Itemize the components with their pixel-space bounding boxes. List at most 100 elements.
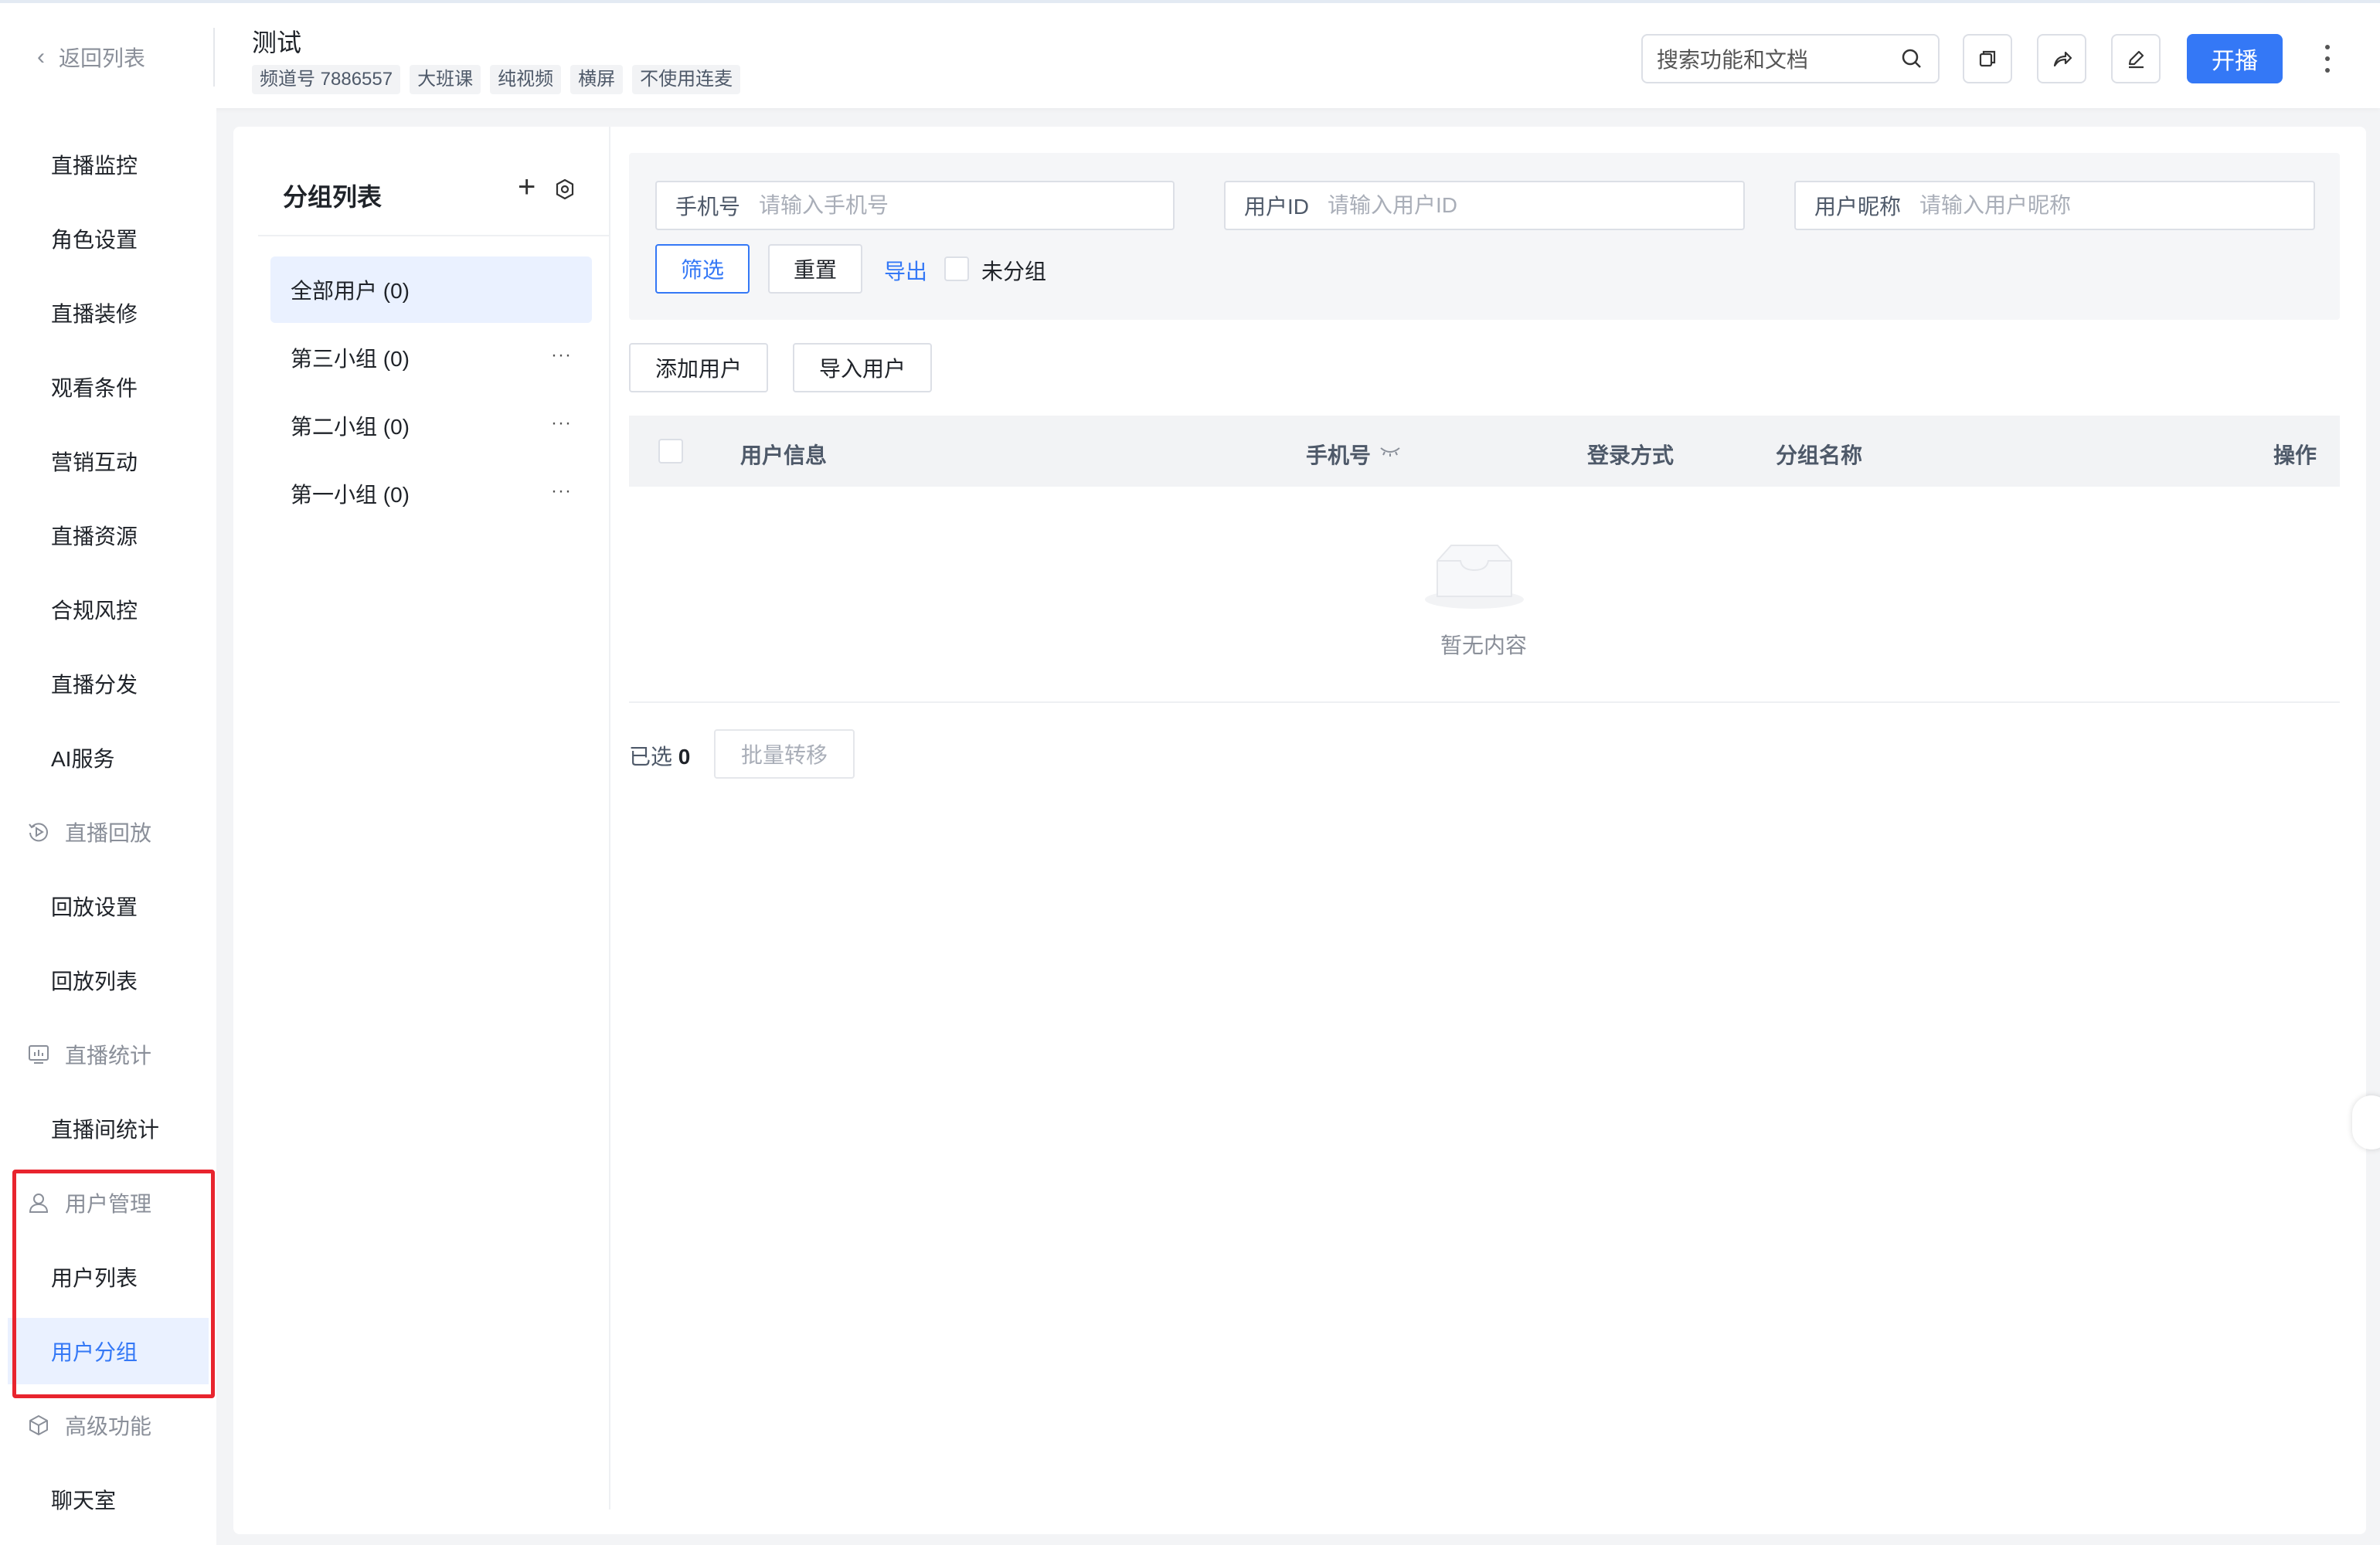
- sidebar-item-replay-list[interactable]: 回放列表: [0, 947, 216, 1014]
- copy-icon: [1979, 50, 1996, 67]
- media-type-tag: 纯视频: [490, 65, 562, 94]
- sidebar-group-replay: 直播回放: [0, 799, 216, 865]
- top-bar: ‹ 返回列表 测试 频道号 7886557 大班课 纯视频 横屏 不使用连麦 搜…: [0, 0, 2380, 108]
- start-live-button[interactable]: 开播: [2187, 34, 2283, 83]
- mic-mode-tag: 不使用连麦: [632, 65, 741, 94]
- add-group-icon[interactable]: +: [518, 171, 536, 202]
- share-icon: [2053, 51, 2072, 67]
- search-placeholder: 搜索功能和文档: [1657, 48, 1809, 72]
- orientation-tag: 横屏: [570, 65, 624, 94]
- sidebar-group-label: 直播统计: [65, 1044, 152, 1068]
- export-link[interactable]: 导出: [884, 255, 927, 286]
- floating-assistant-button[interactable]: [2352, 1095, 2380, 1149]
- user-id-label: 用户ID: [1244, 195, 1310, 219]
- group-item-second[interactable]: 第二小组 (0) ···: [270, 392, 592, 459]
- nickname-field[interactable]: 用户昵称: [1794, 181, 2315, 230]
- sidebar-item-user-list[interactable]: 用户列表: [0, 1244, 216, 1310]
- eye-closed-icon[interactable]: [1379, 445, 1402, 457]
- sidebar-item-watch-conditions[interactable]: 观看条件: [0, 354, 216, 420]
- sidebar-group-label: 用户管理: [65, 1192, 152, 1216]
- sidebar-item-ai-service[interactable]: AI服务: [0, 725, 216, 791]
- select-all-checkbox[interactable]: [658, 439, 683, 464]
- sidebar-item-role-settings[interactable]: 角色设置: [0, 205, 216, 272]
- sidebar-group-label: 高级功能: [65, 1414, 152, 1438]
- column-actions: 操作: [2273, 443, 2317, 467]
- nickname-input[interactable]: [1919, 193, 2314, 218]
- phone-label: 手机号: [675, 195, 741, 219]
- group-item-first[interactable]: 第一小组 (0) ···: [270, 460, 592, 527]
- empty-box-icon: [1425, 545, 1524, 609]
- group-label: 第二小组 (0): [291, 415, 410, 439]
- cube-icon: [29, 1415, 48, 1435]
- filter-button[interactable]: 筛选: [655, 244, 750, 294]
- add-user-button[interactable]: 添加用户: [629, 343, 768, 392]
- user-id-input[interactable]: [1328, 193, 1743, 218]
- sidebar-group-label: 直播回放: [65, 821, 152, 845]
- sidebar-item-live-resources[interactable]: 直播资源: [0, 502, 216, 569]
- filter-panel: 手机号 用户ID 用户昵称 筛选 重置 导出 未分组: [629, 153, 2340, 320]
- channel-tags: 频道号 7886557 大班课 纯视频 横屏 不使用连麦: [252, 65, 741, 94]
- stats-icon: [29, 1045, 49, 1064]
- page-title: 测试: [252, 29, 302, 56]
- batch-transfer-button[interactable]: 批量转移: [714, 729, 855, 779]
- ungrouped-label: 未分组: [981, 260, 1047, 284]
- sidebar-item-marketing[interactable]: 营销互动: [0, 428, 216, 494]
- edit-button[interactable]: [2111, 34, 2161, 83]
- more-icon[interactable]: ···: [551, 413, 572, 434]
- phone-input[interactable]: [759, 193, 1173, 218]
- pencil-icon: [2128, 50, 2144, 69]
- sidebar-item-chatroom[interactable]: 聊天室: [0, 1466, 216, 1533]
- search-input[interactable]: 搜索功能和文档: [1641, 34, 1940, 83]
- channel-id-tag: 频道号 7886557: [252, 65, 401, 94]
- group-list-title: 分组列表: [283, 183, 382, 211]
- settings-icon[interactable]: [553, 178, 576, 201]
- divider: [258, 235, 610, 236]
- sidebar: 直播监控 角色设置 直播装修 观看条件 营销互动 直播资源 合规风控 直播分发 …: [0, 108, 216, 1545]
- sidebar-item-room-stats[interactable]: 直播间统计: [0, 1095, 216, 1162]
- sidebar-item-replay-settings[interactable]: 回放设置: [0, 873, 216, 939]
- column-user-info: 用户信息: [740, 443, 828, 467]
- table-divider: [629, 701, 2340, 703]
- group-item-third[interactable]: 第三小组 (0) ···: [270, 324, 592, 391]
- group-label: 全部用户 (0): [291, 279, 410, 303]
- sidebar-item-live-decoration[interactable]: 直播装修: [0, 280, 216, 346]
- import-user-button[interactable]: 导入用户: [793, 343, 932, 392]
- main-panel: 分组列表 + 全部用户 (0) 第三小组 (0) ··· 第二小组 (0) ··…: [233, 127, 2366, 1534]
- user-id-field[interactable]: 用户ID: [1224, 181, 1745, 230]
- more-options-icon[interactable]: [2318, 37, 2337, 80]
- sidebar-item-user-groups[interactable]: 用户分组: [8, 1318, 209, 1384]
- header-divider: [213, 28, 215, 87]
- sidebar-group-stats: 直播统计: [0, 1021, 216, 1088]
- nickname-label: 用户昵称: [1814, 195, 1902, 219]
- selected-label: 已选: [629, 745, 673, 769]
- search-icon: [1902, 49, 1921, 68]
- sidebar-group-advanced: 高级功能: [0, 1392, 216, 1458]
- group-panel: 分组列表 + 全部用户 (0) 第三小组 (0) ··· 第二小组 (0) ··…: [233, 127, 610, 1509]
- chevron-left-icon: ‹: [37, 44, 45, 70]
- class-type-tag: 大班课: [410, 65, 481, 94]
- phone-field[interactable]: 手机号: [655, 181, 1175, 230]
- sidebar-item-live-monitor[interactable]: 直播监控: [0, 131, 216, 198]
- table-header: 用户信息 手机号 登录方式 分组名称 操作: [629, 416, 2340, 487]
- group-item-all[interactable]: 全部用户 (0): [270, 256, 592, 323]
- sidebar-group-user-management: 用户管理: [0, 1170, 216, 1236]
- more-icon[interactable]: ···: [551, 345, 572, 366]
- empty-state-text: 暂无内容: [1440, 633, 1528, 657]
- group-label: 第一小组 (0): [291, 483, 410, 507]
- copy-button[interactable]: [1963, 34, 2012, 83]
- share-button[interactable]: [2037, 34, 2086, 83]
- column-group-name: 分组名称: [1776, 443, 1863, 467]
- ungrouped-checkbox[interactable]: [944, 256, 969, 281]
- reset-button[interactable]: 重置: [768, 244, 862, 294]
- more-icon[interactable]: ···: [551, 480, 572, 502]
- sidebar-item-compliance[interactable]: 合规风控: [0, 576, 216, 643]
- user-icon: [29, 1194, 49, 1213]
- column-phone: 手机号: [1306, 443, 1372, 467]
- group-label: 第三小组 (0): [291, 347, 410, 371]
- selected-number: 0: [678, 745, 691, 769]
- replay-icon: [29, 823, 48, 842]
- column-login-method: 登录方式: [1587, 443, 1674, 467]
- back-to-list-button[interactable]: ‹ 返回列表: [37, 42, 145, 73]
- back-label: 返回列表: [59, 46, 146, 70]
- sidebar-item-distribution[interactable]: 直播分发: [0, 650, 216, 717]
